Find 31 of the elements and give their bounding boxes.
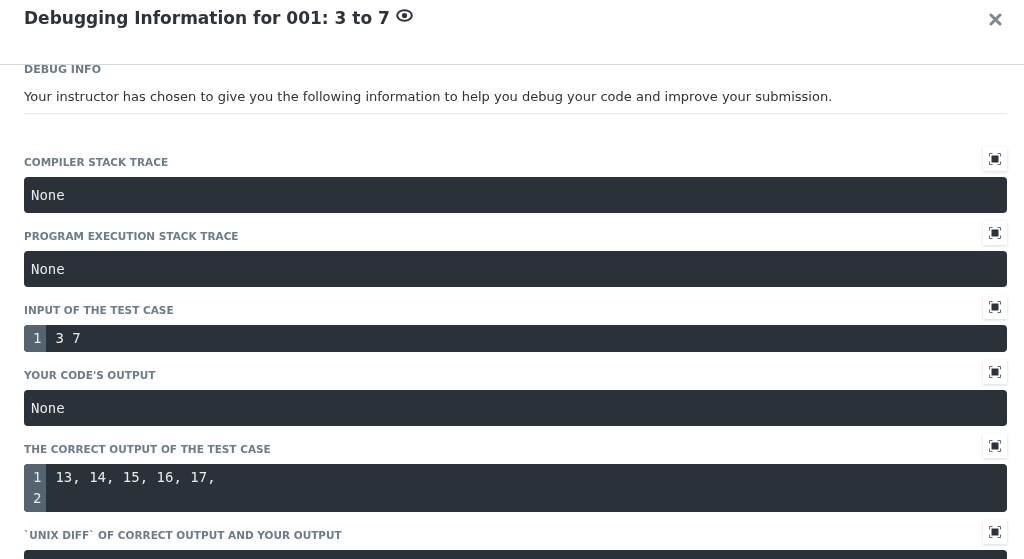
section-label: YOUR CODE'S OUTPUT bbox=[24, 369, 156, 381]
fullscreen-button[interactable] bbox=[983, 434, 1007, 458]
fullscreen-icon bbox=[989, 227, 1001, 239]
fullscreen-button[interactable] bbox=[983, 147, 1007, 171]
output-box: None bbox=[24, 390, 1007, 426]
section-label: INPUT OF THE TEST CASE bbox=[24, 304, 174, 316]
line-number: 2 bbox=[33, 489, 42, 508]
section-label: PROGRAM EXECUTION STACK TRACE bbox=[24, 230, 239, 242]
fullscreen-button[interactable] bbox=[983, 295, 1007, 319]
output-box: None bbox=[24, 251, 1007, 287]
description: Your instructor has chosen to give you the following information to help you debug your code and improve your submission. bbox=[24, 76, 1007, 114]
section-label: COMPILER STACK TRACE bbox=[24, 156, 169, 168]
code-line: 13, 14, 15, 16, 17, bbox=[55, 469, 216, 485]
close-icon bbox=[989, 13, 1002, 26]
line-number: 1 bbox=[33, 468, 42, 487]
fullscreen-icon bbox=[989, 301, 1001, 313]
fullscreen-icon bbox=[989, 440, 1001, 452]
section-label: THE CORRECT OUTPUT OF THE TEST CASE bbox=[24, 443, 271, 455]
code-line: 3 7 bbox=[55, 330, 81, 346]
section-heading: DEBUG INFO bbox=[24, 64, 102, 76]
dialog-title: Debugging Information for 001: 3 to 7 bbox=[24, 8, 390, 28]
fullscreen-button[interactable] bbox=[983, 221, 1007, 245]
line-number: 1 bbox=[33, 329, 42, 348]
fullscreen-icon bbox=[989, 153, 1001, 165]
fullscreen-icon bbox=[989, 526, 1001, 538]
eye-icon[interactable] bbox=[395, 8, 413, 22]
fullscreen-button[interactable] bbox=[983, 520, 1007, 544]
fullscreen-button[interactable] bbox=[983, 360, 1007, 384]
output-box: None bbox=[24, 177, 1007, 213]
fullscreen-icon bbox=[989, 366, 1001, 378]
section-label: `UNIX DIFF` OF CORRECT OUTPUT AND YOUR OUTPUT bbox=[24, 529, 342, 541]
